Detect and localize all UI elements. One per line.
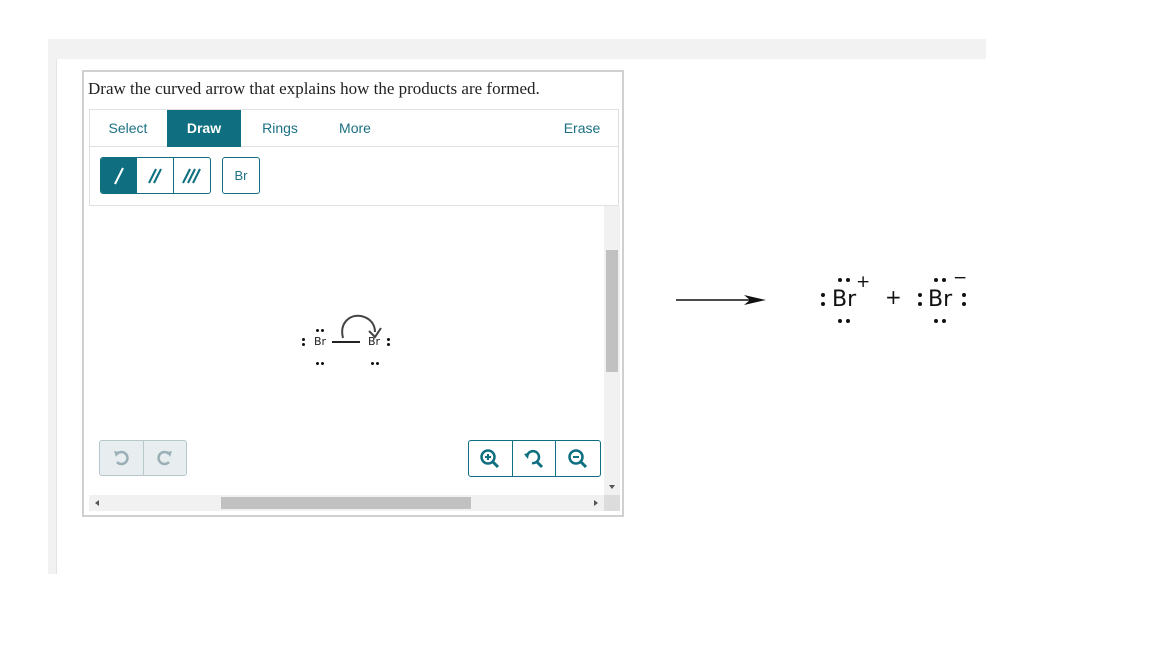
positive-charge: + <box>856 272 871 292</box>
reaction-arrow-icon <box>676 295 766 305</box>
tab-select[interactable]: Select <box>90 110 166 147</box>
lone-pair-dot <box>321 362 324 365</box>
zoom-in-button[interactable] <box>469 441 513 476</box>
triple-bond-button[interactable] <box>174 158 210 193</box>
page-header-band <box>48 39 986 59</box>
undo-icon <box>114 450 129 466</box>
lone-pair-dot <box>942 319 946 323</box>
scroll-down-icon[interactable] <box>609 485 615 489</box>
lone-pair-dot <box>821 302 825 306</box>
undo-button[interactable] <box>100 441 144 475</box>
double-bond-button[interactable] <box>137 158 174 193</box>
page-left-divider <box>56 59 57 574</box>
tab-rings[interactable]: Rings <box>242 110 318 147</box>
zoom-out-button[interactable] <box>556 441 600 476</box>
lone-pair-dot <box>387 338 390 341</box>
lone-pair-dot <box>918 302 922 306</box>
lone-pair-dot <box>934 319 938 323</box>
vertical-scroll-thumb[interactable] <box>606 250 618 372</box>
lone-pair-dot <box>316 362 319 365</box>
left-bromine-atom[interactable]: Br <box>314 335 326 348</box>
horizontal-scroll-thumb[interactable] <box>221 497 471 509</box>
lone-pair-dot <box>846 278 850 282</box>
lone-pair-dot <box>846 319 850 323</box>
lone-pair-dot <box>821 293 825 297</box>
lone-pair-dot <box>962 302 966 306</box>
redo-button[interactable] <box>144 441 187 475</box>
product-bromide-anion: Br <box>928 287 953 312</box>
draw-tool-row: Br <box>89 147 619 206</box>
scroll-right-icon[interactable] <box>594 500 598 506</box>
tab-more[interactable]: More <box>318 110 392 147</box>
negative-charge: − <box>953 268 968 288</box>
lone-pair-dot <box>321 329 324 332</box>
lone-pair-dot <box>302 338 305 341</box>
plus-sign: + <box>885 285 902 309</box>
lone-pair-dot <box>942 278 946 282</box>
page-left-band <box>48 39 56 574</box>
scrollbar-corner <box>604 495 620 511</box>
curved-arrow-icon[interactable] <box>337 312 387 342</box>
single-bond-button[interactable] <box>101 158 138 193</box>
lone-pair-dot <box>302 343 305 346</box>
lone-pair-dot <box>838 319 842 323</box>
tab-draw[interactable]: Draw <box>167 110 241 147</box>
triple-bond-icon <box>181 168 201 183</box>
redo-icon <box>157 450 172 466</box>
zoom-in-icon <box>480 448 500 468</box>
bond-type-group <box>100 157 211 194</box>
lone-pair-dot <box>371 362 374 365</box>
reset-zoom-button[interactable] <box>513 441 557 476</box>
undo-redo-group <box>99 440 187 476</box>
product-bromine-cation: Br <box>832 287 857 312</box>
bromine-atom-button[interactable]: Br <box>222 157 260 194</box>
lone-pair-dot <box>934 278 938 282</box>
erase-button[interactable]: Erase <box>548 110 616 147</box>
single-bond-icon <box>113 167 124 184</box>
lone-pair-dot <box>962 293 966 297</box>
horizontal-scrollbar[interactable] <box>89 495 604 511</box>
lone-pair-dot <box>316 329 319 332</box>
lone-pair-dot <box>918 293 922 297</box>
zoom-out-icon <box>568 448 588 468</box>
editor-tab-bar: Select Draw Rings More Erase <box>89 109 619 147</box>
lone-pair-dot <box>376 362 379 365</box>
scroll-left-icon[interactable] <box>95 500 99 506</box>
double-bond-icon <box>148 168 162 183</box>
zoom-controls <box>468 440 601 477</box>
reset-zoom-icon <box>524 449 544 468</box>
question-prompt: Draw the curved arrow that explains how … <box>88 79 540 98</box>
lone-pair-dot <box>387 343 390 346</box>
vertical-scrollbar[interactable] <box>604 206 620 495</box>
lone-pair-dot <box>838 278 842 282</box>
